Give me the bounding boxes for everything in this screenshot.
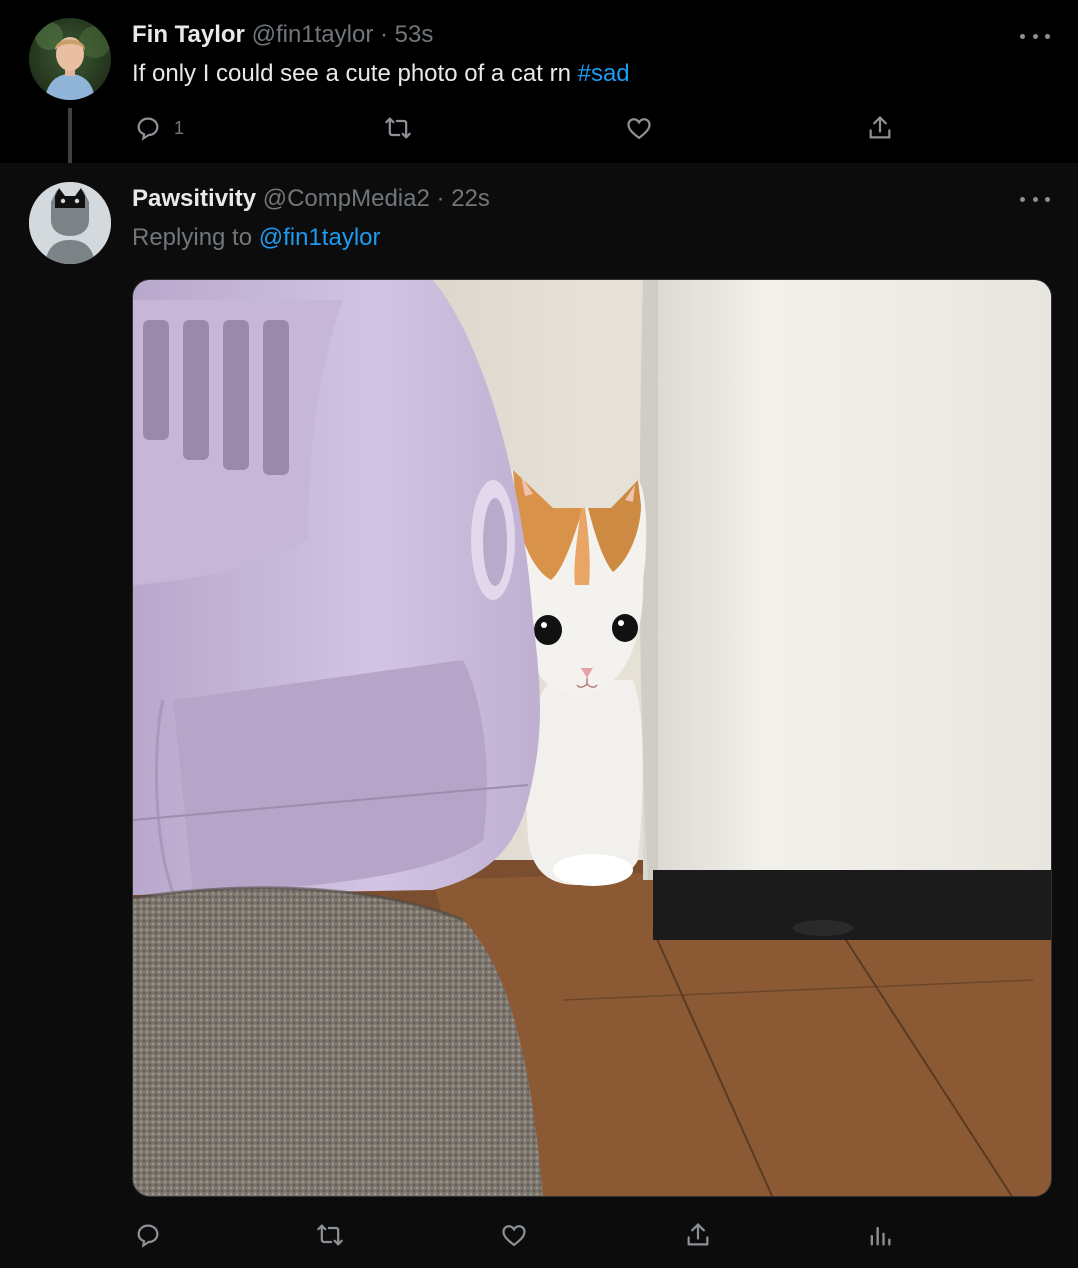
timestamp[interactable]: 53s [395, 21, 434, 48]
kitten-photo [133, 280, 1051, 1196]
more-icon[interactable] [1020, 194, 1050, 204]
share-button[interactable] [684, 1221, 712, 1249]
timestamp[interactable]: 22s [451, 185, 490, 212]
tweet-media-image[interactable] [132, 279, 1052, 1197]
author-name[interactable]: Pawsitivity [132, 185, 256, 212]
reply-button[interactable]: 1 [134, 114, 184, 142]
retweet-button[interactable] [316, 1221, 344, 1249]
tweet-header: Fin Taylor @fin1taylor · 53s [132, 21, 433, 49]
heart-icon [502, 1225, 526, 1247]
author-handle[interactable]: @fin1taylor [252, 21, 374, 48]
analytics-icon [870, 1226, 891, 1246]
retweet-button[interactable] [384, 114, 412, 142]
separator: · [380, 21, 388, 48]
share-icon [687, 1223, 709, 1246]
tweet-text: If only I could see a cute photo of a ca… [132, 60, 630, 88]
hashtag-link[interactable]: #sad [578, 60, 630, 87]
replying-label: Replying to [132, 224, 259, 251]
retweet-icon [317, 1224, 343, 1246]
tweet-header: Pawsitivity @CompMedia2 · 22s [132, 185, 490, 213]
analytics-button[interactable] [866, 1221, 894, 1249]
avatar-fin-taylor[interactable] [29, 18, 111, 100]
tweet-original[interactable]: Fin Taylor @fin1taylor · 53s If only I c… [0, 0, 1078, 176]
author-name[interactable]: Fin Taylor [132, 21, 245, 48]
reply-button[interactable] [134, 1221, 162, 1249]
separator: · [436, 185, 445, 212]
like-button[interactable] [625, 114, 653, 142]
tweet-body: If only I could see a cute photo of a ca… [132, 60, 578, 87]
mention-link[interactable]: @fin1taylor [259, 224, 381, 251]
replying-to: Replying to @fin1taylor [132, 224, 381, 252]
heart-icon [627, 118, 651, 140]
timeline: Fin Taylor @fin1taylor · 53s If only I c… [0, 0, 1078, 1268]
share-icon [869, 116, 891, 139]
share-button[interactable] [866, 114, 894, 142]
avatar-pawsitivity[interactable] [29, 182, 111, 264]
more-icon[interactable] [1020, 31, 1050, 41]
author-handle[interactable]: @CompMedia2 [263, 185, 430, 212]
reply-icon [137, 117, 159, 141]
retweet-icon [385, 117, 411, 139]
reply-count: 1 [174, 117, 185, 138]
reply-icon [137, 1224, 159, 1248]
like-button[interactable] [500, 1221, 528, 1249]
